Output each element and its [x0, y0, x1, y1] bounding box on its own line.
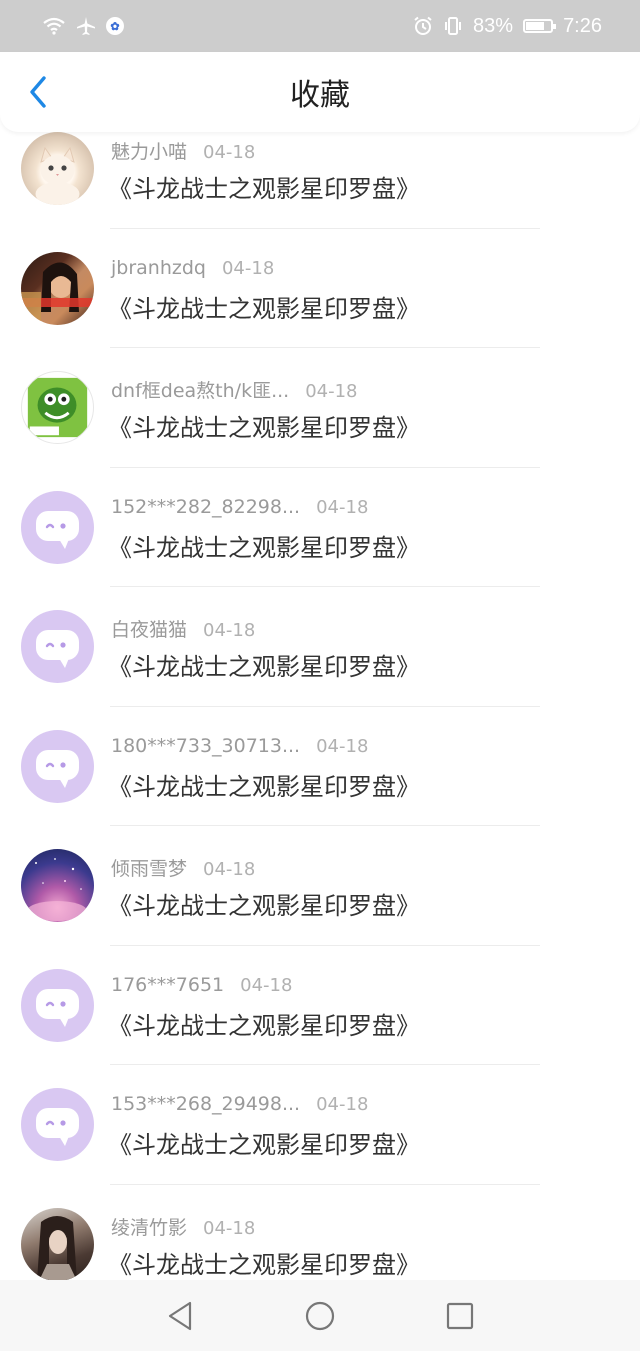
- airplane-icon: [76, 16, 96, 36]
- item-meta: 176***7651 04-18: [111, 974, 292, 1002]
- favorite-item[interactable]: 153***268_29498... 04-18 《斗龙战士之观影星印罗盘》: [0, 1065, 640, 1185]
- user-name[interactable]: 倾雨雪梦: [111, 854, 187, 881]
- item-meta: jbranhzdq 04-18: [111, 257, 274, 285]
- avatar[interactable]: [21, 610, 94, 683]
- avatar[interactable]: [21, 1207, 94, 1280]
- favorite-item[interactable]: 152***282_82298... 04-18 《斗龙战士之观影星印罗盘》: [0, 468, 640, 587]
- system-nav-bar: [0, 1280, 640, 1351]
- avatar[interactable]: [21, 849, 94, 922]
- item-title[interactable]: 《斗龙战士之观影星印罗盘》: [108, 1245, 420, 1280]
- user-name[interactable]: jbranhzdq: [111, 257, 206, 279]
- favorite-item[interactable]: dnf框dea熬th/k匪... 04-18 《斗龙战士之观影星印罗盘》: [0, 348, 640, 468]
- item-date: 04-18: [316, 1094, 369, 1115]
- header-bar: 收藏: [0, 52, 640, 132]
- baidu-icon: ✿: [106, 17, 124, 35]
- battery-icon: [523, 19, 557, 33]
- item-date: 04-18: [203, 1217, 256, 1239]
- portrait-avatar-icon: [21, 261, 94, 325]
- status-bar-left: ✿: [42, 16, 124, 36]
- page-title: 收藏: [290, 78, 350, 113]
- item-title[interactable]: 《斗龙战士之观影星印罗盘》: [108, 1125, 420, 1160]
- system-home-button[interactable]: [290, 1286, 350, 1346]
- favorite-item[interactable]: 白夜猫猫 04-18 《斗龙战士之观影星印罗盘》: [0, 587, 640, 707]
- item-meta: dnf框dea熬th/k匪... 04-18: [111, 376, 358, 404]
- item-date: 04-18: [203, 620, 256, 641]
- item-date: 04-18: [221, 257, 275, 279]
- user-name[interactable]: 180***733_30713...: [111, 735, 300, 757]
- system-recents-button[interactable]: [430, 1286, 490, 1346]
- battery-percent: 83%: [473, 14, 514, 37]
- favorites-list: 魅力小喵 04-18 《斗龙战士之观影星印罗盘》 jbranhzdq 04-18 《斗龙战…: [0, 132, 640, 1280]
- chat-bubble-icon: [36, 749, 79, 788]
- recents-square-icon: [446, 1302, 474, 1329]
- favorite-item[interactable]: 魅力小喵 04-18 《斗龙战士之观影星印罗盘》: [0, 132, 640, 229]
- item-title[interactable]: 《斗龙战士之观影星印罗盘》: [108, 647, 420, 682]
- avatar[interactable]: [21, 729, 94, 803]
- item-meta: 白夜猫猫 04-18: [111, 615, 255, 643]
- vibrate-icon: [443, 16, 463, 36]
- chat-bubble-icon: [36, 988, 79, 1027]
- wifi-icon: [42, 17, 66, 35]
- user-name[interactable]: 153***268_29498...: [111, 1093, 300, 1115]
- avatar[interactable]: [21, 490, 94, 564]
- item-title[interactable]: 《斗龙战士之观影星印罗盘》: [108, 1006, 420, 1041]
- portrait-avatar-icon: [37, 1215, 77, 1280]
- alarm-icon: [413, 16, 433, 36]
- chat-bubble-icon: [36, 510, 79, 549]
- favorite-item[interactable]: jbranhzdq 04-18 《斗龙战士之观影星印罗盘》: [0, 229, 640, 348]
- favorite-item[interactable]: 绫清竹影 04-18 《斗龙战士之观影星印罗盘》: [0, 1185, 640, 1280]
- item-meta: 倾雨雪梦 04-18: [111, 854, 255, 882]
- user-name[interactable]: dnf框dea熬th/k匪...: [111, 376, 289, 403]
- avatar[interactable]: [21, 132, 94, 205]
- item-date: 04-18: [203, 859, 256, 880]
- item-meta: 152***282_82298... 04-18: [111, 496, 368, 524]
- cartoon-avatar-icon: [27, 377, 88, 438]
- user-name[interactable]: 绫清竹影: [111, 1213, 187, 1240]
- battery-fill: [526, 22, 545, 30]
- avatar[interactable]: [21, 371, 94, 444]
- item-date: 04-18: [240, 974, 293, 996]
- item-title[interactable]: 《斗龙战士之观影星印罗盘》: [108, 408, 420, 443]
- item-date: 04-18: [203, 142, 256, 163]
- avatar[interactable]: [21, 968, 94, 1042]
- system-back-button[interactable]: [150, 1286, 210, 1346]
- back-triangle-icon: [168, 1301, 192, 1330]
- status-bar: ✿ 83% 7:26: [0, 0, 640, 52]
- user-name[interactable]: 152***282_82298...: [111, 496, 300, 518]
- favorite-item[interactable]: 176***7651 04-18 《斗龙战士之观影星印罗盘》: [0, 946, 640, 1065]
- item-meta: 153***268_29498... 04-18: [111, 1093, 368, 1121]
- user-name[interactable]: 魅力小喵: [111, 137, 187, 164]
- favorite-item[interactable]: 180***733_30713... 04-18 《斗龙战士之观影星印罗盘》: [0, 707, 640, 826]
- clock-time: 7:26: [563, 14, 602, 37]
- item-date: 04-18: [316, 735, 369, 757]
- item-date: 04-18: [305, 381, 358, 402]
- cat-avatar-icon: [35, 146, 80, 205]
- user-name[interactable]: 176***7651: [111, 974, 224, 996]
- avatar[interactable]: [21, 1088, 94, 1161]
- item-title[interactable]: 《斗龙战士之观影星印罗盘》: [108, 886, 420, 921]
- avatar[interactable]: [21, 251, 94, 325]
- galaxy-avatar-icon: [27, 858, 87, 921]
- home-circle-icon: [305, 1301, 335, 1330]
- favorites-list-inner: 魅力小喵 04-18 《斗龙战士之观影星印罗盘》 jbranhzdq 04-18 《斗龙战…: [0, 132, 640, 1280]
- item-date: 04-18: [316, 496, 369, 518]
- item-meta: 180***733_30713... 04-18: [111, 735, 368, 763]
- item-meta: 魅力小喵 04-18: [111, 137, 255, 165]
- item-title[interactable]: 《斗龙战士之观影星印罗盘》: [108, 767, 420, 802]
- chat-bubble-icon: [36, 1108, 79, 1146]
- status-bar-right: 83% 7:26: [413, 15, 602, 38]
- favorite-item[interactable]: 倾雨雪梦 04-18 《斗龙战士之观影星印罗盘》: [0, 826, 640, 946]
- item-title[interactable]: 《斗龙战士之观影星印罗盘》: [108, 169, 420, 204]
- item-meta: 绫清竹影 04-18: [111, 1213, 255, 1241]
- user-name[interactable]: 白夜猫猫: [111, 615, 187, 642]
- item-title[interactable]: 《斗龙战士之观影星印罗盘》: [108, 528, 420, 563]
- chat-bubble-icon: [36, 630, 79, 668]
- item-title[interactable]: 《斗龙战士之观影星印罗盘》: [108, 289, 420, 324]
